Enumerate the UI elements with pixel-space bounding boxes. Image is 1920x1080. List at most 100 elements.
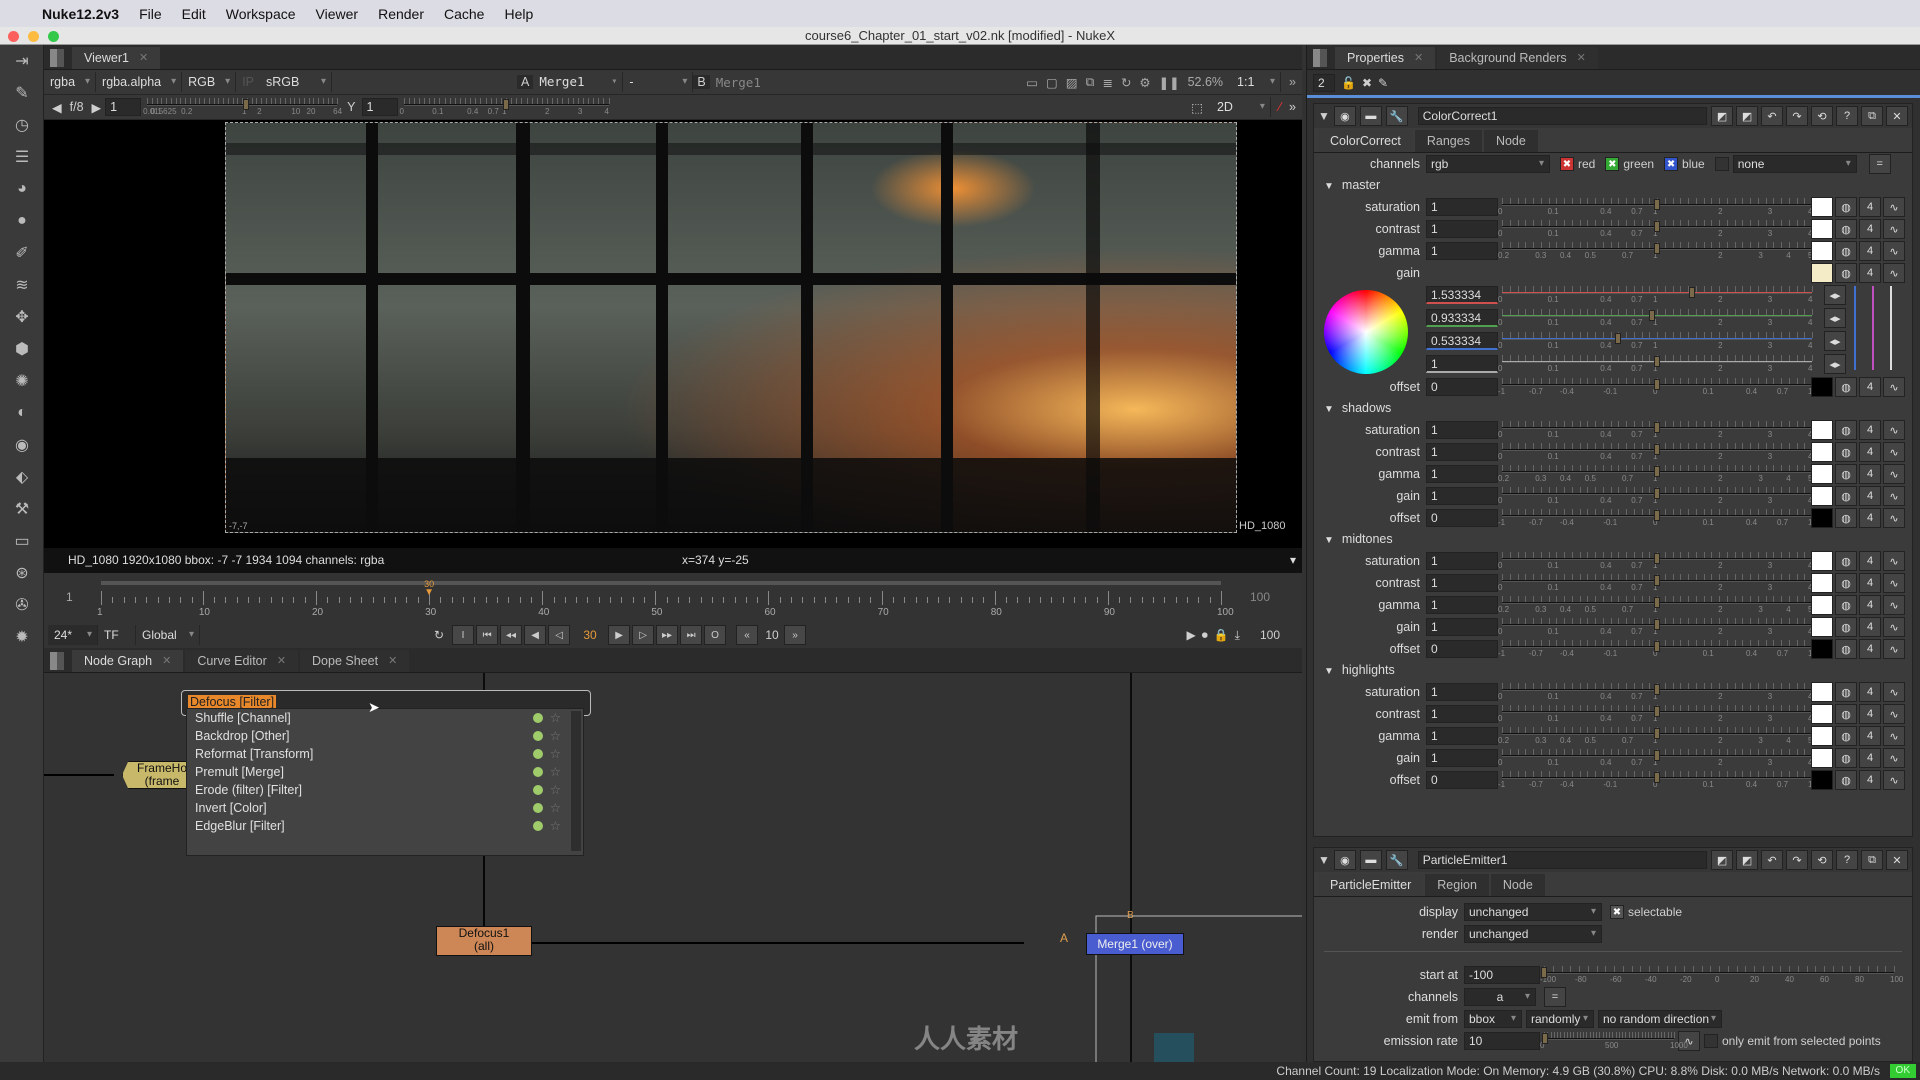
panel-menu-icon[interactable] [50,49,64,67]
skip-forward-button[interactable]: » [784,625,807,645]
color-swatch-button[interactable] [1811,748,1833,768]
menu-render[interactable]: Render [378,6,424,22]
toolbar-views-icon[interactable]: ◉ [0,429,44,461]
slider-handle[interactable] [1654,356,1660,367]
gain-vertical-slider[interactable] [1890,286,1892,370]
toolbar-other-icon[interactable]: ▭ [0,525,44,557]
float-icon[interactable]: ⧉ [1861,850,1884,870]
channel-count-button[interactable]: 4 [1859,573,1881,593]
gain-channel-slider[interactable]: 0 0.1 0.4 0.7 1 2 3 4 [1498,355,1813,373]
toolbar-particles-icon[interactable]: ✺ [0,365,44,397]
knob-value-field[interactable]: 0 [1426,640,1498,658]
slider-handle[interactable] [1654,488,1660,499]
animation-curve-icon[interactable]: ∿ [1883,508,1905,528]
color-swatch-button[interactable] [1811,551,1833,571]
toolbar-channel-icon[interactable]: ☰ [0,141,44,173]
animation-curve-icon[interactable]: ∿ [1883,197,1905,217]
slider-handle[interactable] [1654,466,1660,477]
knob-slider[interactable]: 00.10.40.71234 [1498,487,1813,505]
start-at-slider[interactable]: -100 -80 -60 -40 -20 0 20 40 60 80 100 [1540,966,1903,984]
out-frame-field[interactable]: 100 [1260,628,1280,642]
extra-channel-dropdown[interactable]: none [1732,155,1857,173]
animation-curve-icon[interactable]: ∿ [1883,263,1905,283]
toolbar-time-icon[interactable]: ◷ [0,109,44,141]
color-swatch-button[interactable] [1811,197,1833,217]
edit-icon[interactable]: ✎ [1378,76,1388,90]
color-swatch-button[interactable] [1811,704,1833,724]
animation-curve-icon[interactable]: ∿ [1883,486,1905,506]
node-merge1[interactable]: Merge1 (over) [1086,933,1184,955]
color-wheel-icon[interactable]: ◍ [1835,464,1857,484]
gain-channel-field[interactable]: 1 [1426,355,1498,373]
favorite-star-icon[interactable]: ☆ [550,781,561,799]
animation-curve-icon[interactable]: ∿ [1883,219,1905,239]
timeline-ruler[interactable]: 1 10 20 30 40 50 60 70 80 90 100 30 ▼ [97,579,1234,621]
channel-count-button[interactable]: 4 [1859,486,1881,506]
link-button[interactable]: = [1544,987,1566,1007]
color-wheel-icon[interactable]: ◍ [1835,704,1857,724]
color-wheel-icon[interactable]: ◍ [1835,219,1857,239]
gamma-field[interactable]: 1 [361,98,398,116]
proxy-icon[interactable]: ⧉ [1086,75,1095,90]
clear-panels-icon[interactable]: ✖ [1362,76,1372,90]
color-swatch-button[interactable] [1811,442,1833,462]
clipping-icon[interactable]: ▨ [1066,75,1078,90]
gain-channel-field[interactable]: 0.533334 [1426,332,1498,350]
slider-handle[interactable] [1654,379,1660,390]
out-point-button[interactable]: O [704,625,727,645]
channels-dropdown[interactable]: a [1464,988,1536,1006]
flipbook-icon[interactable]: ▶ [1186,628,1195,642]
gain-channel-slider[interactable]: 0 0.1 0.4 0.7 1 2 3 4 [1498,286,1813,304]
selected-points-checkbox[interactable] [1704,1034,1718,1048]
color-wheel-icon[interactable]: ◍ [1835,263,1857,283]
close-window-button[interactable] [8,31,19,42]
max-panels-field[interactable]: 2 [1313,73,1335,92]
favorite-star-icon[interactable]: ☆ [550,799,561,817]
animation-curve-icon[interactable]: ∿ [1883,617,1905,637]
fstop-prev-icon[interactable]: ◀ [52,100,62,115]
favorite-star-icon[interactable]: ☆ [550,817,561,835]
export-icon[interactable]: ⤓ [1235,628,1240,643]
node-name-field[interactable]: ParticleEmitter1 [1417,851,1708,869]
gain-field[interactable]: 1 [105,98,142,116]
channel-count-button[interactable]: 4 [1859,551,1881,571]
close-icon[interactable]: ✕ [1886,850,1909,870]
tab-ranges[interactable]: Ranges [1414,130,1482,152]
undo-icon[interactable]: ↶ [1761,106,1784,126]
viewer-toggle-icon[interactable]: ◉ [1333,850,1356,870]
adjust-arrows-icon[interactable]: ◂▸ [1824,354,1846,374]
increment-field[interactable]: 10 [760,628,784,642]
animation-curve-icon[interactable]: ∿ [1883,704,1905,724]
knob-slider[interactable]: 00.10.40.71234 [1498,421,1813,439]
animation-curve-icon[interactable]: ∿ [1883,551,1905,571]
menu-edit[interactable]: Edit [182,6,206,22]
gain-channel-field[interactable]: 1.533334 [1426,286,1498,304]
knob-value-field[interactable]: 1 [1426,487,1498,505]
color-swatch-button[interactable] [1811,573,1833,593]
knob-value-field[interactable]: 1 [1426,705,1498,723]
knob-slider[interactable]: -1-0.7-0.4-0.100.10.40.71 [1498,640,1813,658]
knob-value-field[interactable]: 1 [1426,443,1498,461]
color-wheel-icon[interactable]: ◍ [1835,573,1857,593]
section-midtones[interactable]: ▼ midtones [1314,529,1912,550]
step-forward-button[interactable]: ▷ [632,625,655,645]
emit-order-dropdown[interactable]: randomly [1526,1010,1594,1028]
knob-slider[interactable]: 00.10.40.71234 [1498,618,1813,636]
channel-count-button[interactable]: 4 [1859,377,1881,397]
slider-handle[interactable] [1654,243,1660,254]
color-wheel-icon[interactable]: ◍ [1835,682,1857,702]
toolbar-filter-icon[interactable]: ● [0,205,44,237]
node-defocus1[interactable]: Defocus1 (all) [436,926,532,956]
knob-slider[interactable]: 0.20.30.40.50.712345 [1498,242,1813,260]
slider-handle[interactable] [1654,575,1660,586]
tab-result-item[interactable]: Backdrop [Other] ☆ [187,727,583,745]
menu-workspace[interactable]: Workspace [226,6,296,22]
adjust-arrows-icon[interactable]: ◂▸ [1824,331,1846,351]
animation-curve-icon[interactable]: ∿ [1883,420,1905,440]
menu-file[interactable]: File [139,6,162,22]
panel-menu-icon[interactable] [1313,49,1327,67]
expand-icon[interactable]: » [1289,75,1296,89]
slider-handle[interactable] [1654,619,1660,630]
tab-colorcorrect[interactable]: ColorCorrect [1318,130,1413,152]
channel-count-button[interactable]: 4 [1859,241,1881,261]
